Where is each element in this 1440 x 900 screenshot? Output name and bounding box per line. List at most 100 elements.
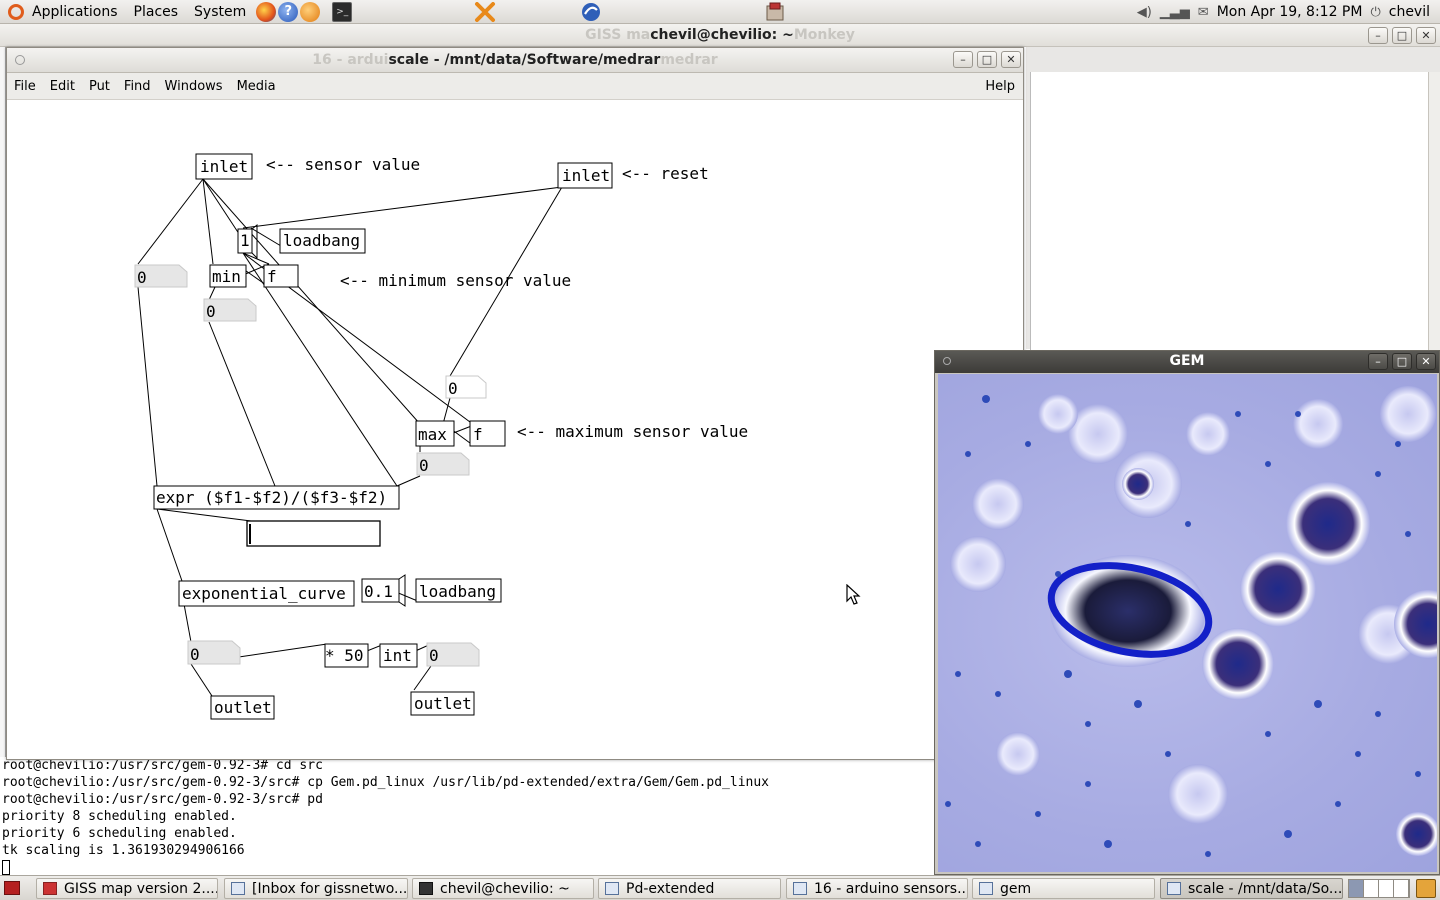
minimize-icon[interactable]: – — [1368, 353, 1388, 370]
app-x-icon[interactable] — [474, 2, 496, 22]
terminal-window-controls: – □ ✕ — [1368, 27, 1436, 44]
ghost-pd-title-left: 16 - ardui — [312, 52, 389, 68]
task-label: GISS map version 2.... — [64, 880, 218, 897]
mail-window-icon — [231, 882, 245, 895]
workspace-3[interactable] — [1379, 880, 1394, 897]
help-icon[interactable]: ? — [278, 1, 299, 22]
window-icon — [605, 882, 619, 895]
task-scale[interactable]: scale - /mnt/data/So... — [1160, 878, 1343, 899]
comment-sensor: <-- sensor value — [266, 155, 420, 174]
window-icon — [1167, 882, 1181, 895]
ubuntu-logo-icon[interactable] — [8, 3, 24, 20]
pd-window-title: scale - /mnt/data/Software/medrar — [388, 52, 661, 68]
loadbang-top-label: loadbang — [283, 231, 360, 250]
terminal-line: priority 8 scheduling enabled. — [2, 809, 237, 824]
minimize-icon[interactable]: – — [1368, 27, 1388, 44]
system-tray: ◀) ▁▃▅ ✉ Mon Apr 19, 8:12 PM ⏻ chevil — [1137, 0, 1440, 24]
workspace-2[interactable] — [1364, 880, 1379, 897]
number-int-label: 0 — [429, 646, 439, 665]
menu-find[interactable]: Find — [117, 79, 158, 94]
number-min-label: 0 — [206, 302, 216, 321]
terminal-prompt-cursor[interactable] — [2, 859, 934, 876]
network-icon[interactable]: ▁▃▅ — [1160, 5, 1190, 20]
task-gem[interactable]: gem — [972, 878, 1155, 899]
f-min-label: f — [267, 267, 277, 286]
number-out-label: 0 — [190, 645, 200, 664]
microscope-image — [945, 386, 1437, 857]
window-icon — [979, 882, 993, 895]
outlet-left-label: outlet — [214, 698, 272, 717]
mail-indicator-icon[interactable]: ✉ — [1198, 5, 1209, 20]
menu-media[interactable]: Media — [230, 79, 283, 94]
volume-icon[interactable]: ◀) — [1137, 5, 1152, 20]
message-box[interactable] — [246, 520, 381, 547]
menu-applications[interactable]: Applications — [24, 0, 126, 24]
task-pd-extended[interactable]: Pd-extended — [598, 878, 781, 899]
task-label: Pd-extended — [626, 880, 715, 897]
task-arduino-sensors[interactable]: 16 - arduino sensors... — [786, 878, 968, 899]
workspace-4[interactable] — [1394, 880, 1409, 897]
ghost-window-title-right: Monkey — [793, 27, 855, 43]
terminal-line: tk scaling is 1.361930294906166 — [2, 843, 245, 858]
menu-edit[interactable]: Edit — [43, 79, 82, 94]
terminal-titlebar[interactable]: GISS machevil@chevilio: ~Monkey – □ ✕ — [0, 24, 1440, 47]
gem-render-view[interactable] — [938, 374, 1437, 872]
power-icon[interactable]: ⏻ — [1370, 5, 1380, 20]
maximize-icon[interactable]: □ — [1392, 353, 1412, 370]
evolution-mail-icon[interactable] — [300, 1, 321, 22]
terminal-launcher-icon[interactable]: >_ — [332, 1, 353, 22]
trash-icon[interactable] — [1416, 879, 1436, 898]
pd-patch-window: 16 - arduiscale - /mnt/data/Software/med… — [6, 47, 1024, 760]
task-label: gem — [1000, 880, 1032, 897]
number-max-label: 0 — [419, 456, 429, 475]
terminal-output[interactable]: root@chevilio:/usr/src/gem-0.92-3# cd sr… — [0, 757, 934, 875]
maximize-icon[interactable]: □ — [1392, 27, 1412, 44]
firefox-icon[interactable] — [256, 1, 277, 22]
maximize-icon[interactable]: □ — [977, 51, 997, 68]
close-icon[interactable]: ✕ — [1416, 27, 1436, 44]
pd-canvas[interactable]: inlet inlet 1 loadbang 0 min f 0 0 max f… — [7, 100, 1023, 759]
int-label: int — [383, 646, 412, 665]
show-desktop-icon[interactable] — [4, 881, 20, 895]
minimize-icon[interactable]: – — [953, 51, 973, 68]
task-terminal[interactable]: chevil@chevilio: ~ — [412, 878, 594, 899]
task-inbox[interactable]: [Inbox for gissnetwo... — [224, 878, 408, 899]
window-icon — [43, 882, 57, 895]
menu-file[interactable]: File — [7, 79, 43, 94]
pd-titlebar[interactable]: 16 - arduiscale - /mnt/data/Software/med… — [7, 48, 1023, 73]
loadbang-bottom-label: loadbang — [419, 582, 496, 601]
gem-window-controls: – □ ✕ — [1368, 353, 1436, 370]
terminal-line: priority 6 scheduling enabled. — [2, 826, 237, 841]
f-max-label: f — [473, 425, 483, 444]
ghost-pd-title-right: medrar — [660, 52, 718, 68]
clock[interactable]: Mon Apr 19, 8:12 PM — [1217, 4, 1363, 20]
package-icon[interactable] — [764, 2, 786, 22]
terminal-line: root@chevilio:/usr/src/gem-0.92-3/src# p… — [2, 792, 323, 807]
pd-patch-graph[interactable]: inlet inlet 1 loadbang 0 min f 0 0 max f… — [7, 100, 1023, 759]
terminal-title: chevil@chevilio: ~ — [650, 27, 794, 43]
swirl-app-icon[interactable] — [580, 2, 602, 22]
gem-titlebar[interactable]: GEM – □ ✕ — [935, 351, 1439, 373]
menu-put[interactable]: Put — [82, 79, 117, 94]
task-label: [Inbox for gissnetwo... — [252, 880, 408, 897]
inlet-reset-label: inlet — [562, 166, 610, 185]
menu-windows[interactable]: Windows — [158, 79, 230, 94]
msg-one-label: 1 — [240, 231, 250, 250]
menu-help[interactable]: Help — [985, 79, 1015, 94]
number-left-label: 0 — [137, 268, 147, 287]
user-name[interactable]: chevil — [1389, 4, 1430, 20]
mul-label: * 50 — [325, 646, 364, 665]
background-window-scrollbar[interactable] — [1428, 72, 1440, 352]
workspace-switcher[interactable] — [1348, 879, 1410, 898]
menu-system[interactable]: System — [186, 0, 254, 24]
menu-places[interactable]: Places — [126, 0, 187, 24]
close-icon[interactable]: ✕ — [1416, 353, 1436, 370]
workspace-1[interactable] — [1349, 880, 1364, 897]
comment-reset: <-- reset — [622, 164, 709, 183]
comment-max: <-- maximum sensor value — [517, 422, 748, 441]
expr-label: expr ($f1-$f2)/($f3-$f2) — [156, 488, 387, 507]
task-giss-map[interactable]: GISS map version 2.... — [36, 878, 218, 899]
task-label: chevil@chevilio: ~ — [440, 880, 570, 897]
msg-tenth-label: 0.1 — [364, 582, 393, 601]
close-icon[interactable]: ✕ — [1001, 51, 1021, 68]
